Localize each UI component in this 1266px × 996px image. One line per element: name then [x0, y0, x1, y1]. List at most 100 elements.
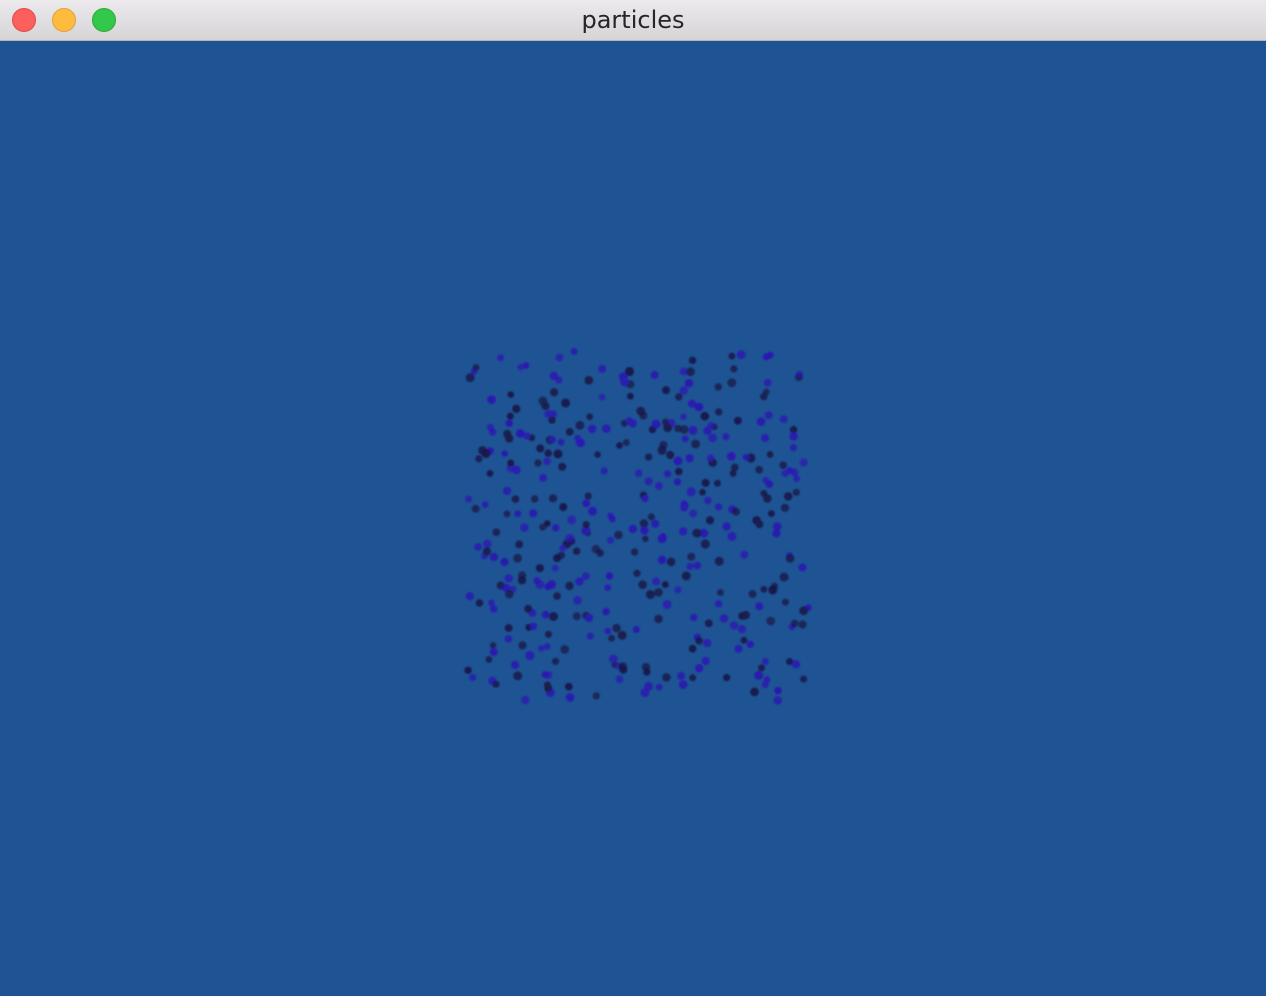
particle: [503, 429, 512, 438]
particle: [673, 456, 683, 466]
particle: [544, 684, 553, 693]
particle: [748, 589, 757, 599]
particle: [694, 664, 704, 673]
particle: [634, 469, 643, 477]
particle: [544, 630, 553, 638]
close-icon[interactable]: [12, 8, 36, 32]
particle: [474, 543, 482, 551]
particle: [575, 577, 584, 586]
particle: [740, 636, 748, 644]
particle: [505, 589, 514, 599]
particle: [798, 563, 807, 572]
particle: [505, 419, 513, 428]
particle: [514, 510, 522, 518]
particle: [657, 534, 667, 544]
particle: [565, 693, 575, 702]
particle: [799, 606, 809, 616]
particle: [584, 376, 594, 385]
particle: [513, 553, 523, 563]
particle: [485, 655, 493, 663]
particle: [674, 586, 682, 594]
particle: [688, 425, 698, 435]
particle: [752, 516, 761, 525]
particle: [481, 448, 491, 459]
particle: [572, 547, 581, 555]
particle: [684, 378, 694, 388]
particle: [565, 427, 574, 436]
particle: [661, 386, 671, 395]
particle: [559, 544, 567, 552]
particle: [612, 623, 621, 633]
particle: [764, 411, 773, 420]
particle: [740, 550, 749, 559]
particle: [628, 419, 638, 428]
particle: [489, 642, 497, 649]
particle: [530, 495, 539, 503]
particle: [704, 619, 713, 628]
particle: [630, 548, 639, 556]
particle: [534, 459, 542, 467]
particle: [529, 509, 538, 518]
particle: [760, 433, 770, 443]
particle: [762, 476, 770, 484]
particle: [521, 695, 530, 705]
zoom-icon[interactable]: [92, 8, 116, 32]
particle: [605, 572, 614, 580]
particle: [680, 503, 689, 512]
particle: [559, 503, 568, 512]
particle: [704, 496, 712, 505]
particle: [640, 526, 649, 535]
particle: [489, 552, 499, 562]
particle: [647, 513, 655, 521]
particle: [557, 438, 565, 446]
particle: [481, 501, 489, 508]
particle: [626, 392, 634, 400]
particle: [486, 469, 494, 477]
particle: [767, 510, 775, 518]
particle: [662, 673, 671, 682]
particle: [523, 432, 531, 440]
particle: [663, 423, 673, 433]
particle: [511, 495, 520, 504]
particle: [783, 491, 793, 501]
particle: [584, 613, 594, 623]
particle: [524, 604, 533, 613]
particle: [541, 401, 550, 411]
particle: [701, 478, 710, 487]
particle: [507, 391, 515, 398]
particle: [652, 577, 661, 586]
particle: [472, 363, 480, 372]
particle: [781, 469, 789, 478]
title-bar[interactable]: particles: [0, 0, 1266, 41]
particle: [543, 520, 551, 527]
particle: [686, 562, 694, 571]
particle: [746, 640, 755, 649]
particle: [503, 510, 511, 518]
particle-canvas[interactable]: [0, 41, 1266, 996]
particle: [675, 393, 683, 401]
particle: [663, 470, 672, 478]
particle: [586, 632, 594, 640]
particle: [691, 439, 701, 449]
minimize-icon[interactable]: [52, 8, 76, 32]
particle: [657, 555, 667, 565]
particle: [519, 523, 529, 533]
particle: [558, 462, 567, 471]
particle: [598, 364, 607, 373]
particle: [641, 535, 649, 543]
particle: [722, 522, 731, 531]
particle: [582, 521, 590, 529]
particle: [761, 657, 770, 666]
particle: [728, 352, 736, 360]
particle: [504, 623, 513, 632]
particle: [575, 420, 585, 430]
particle: [714, 503, 723, 511]
particle: [549, 387, 559, 397]
particle: [573, 596, 582, 605]
particle: [551, 524, 560, 532]
particle: [471, 504, 480, 513]
particle: [714, 556, 724, 566]
particle: [544, 409, 553, 419]
particle: [641, 494, 649, 503]
particle: [581, 572, 590, 581]
